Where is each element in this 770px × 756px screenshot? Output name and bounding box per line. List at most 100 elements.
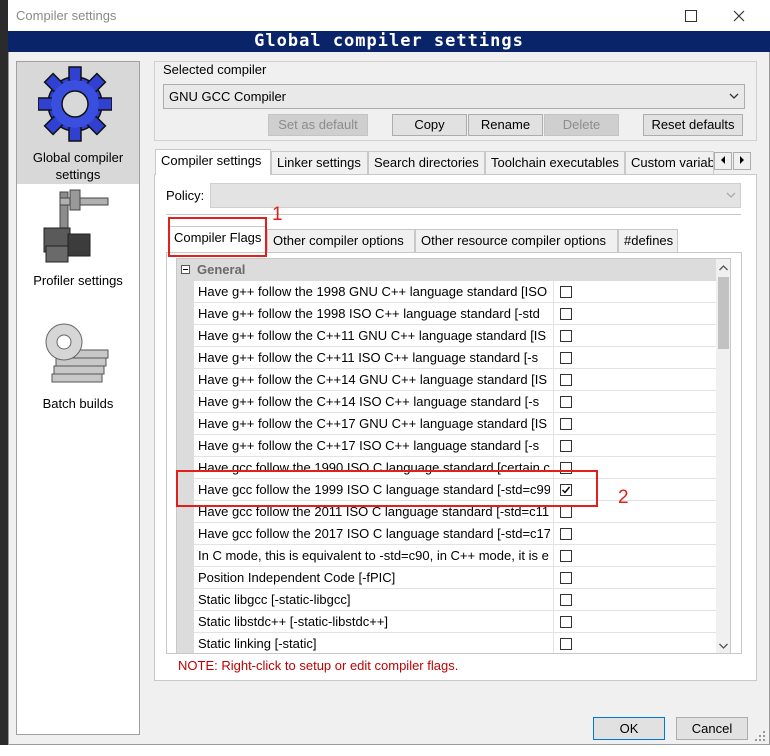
table-row[interactable]: Have g++ follow the C++17 GNU C++ langua… xyxy=(194,413,716,435)
divider xyxy=(166,214,741,215)
flag-checkbox[interactable] xyxy=(560,572,572,584)
tab-other-compiler-options[interactable]: Other compiler options xyxy=(267,229,415,252)
flag-label: Have g++ follow the C++17 GNU C++ langua… xyxy=(198,416,548,431)
delete-button[interactable]: Delete xyxy=(544,114,619,136)
collapse-icon[interactable] xyxy=(181,265,190,274)
policy-label: Policy: xyxy=(166,188,205,203)
close-button[interactable] xyxy=(716,0,762,31)
table-row[interactable]: Position Independent Code [-fPIC] xyxy=(194,567,716,589)
annotation-box-1 xyxy=(168,217,267,257)
column-separator xyxy=(553,413,554,435)
background-strip xyxy=(0,745,770,756)
column-separator xyxy=(553,523,554,545)
maximize-button[interactable] xyxy=(668,0,714,31)
flag-label: Static linking [-static] xyxy=(198,636,317,651)
column-separator xyxy=(553,435,554,457)
flag-checkbox[interactable] xyxy=(560,528,572,540)
table-row[interactable]: Have g++ follow the 1998 ISO C++ languag… xyxy=(194,303,716,325)
arrow-left-icon xyxy=(721,156,725,164)
copy-button[interactable]: Copy xyxy=(392,114,467,136)
arrow-right-icon xyxy=(740,156,744,164)
table-row[interactable]: Have g++ follow the C++11 GNU C++ langua… xyxy=(194,325,716,347)
flag-label: In C mode, this is equivalent to -std=c9… xyxy=(198,548,549,563)
table-row[interactable]: Have g++ follow the C++14 ISO C++ langua… xyxy=(194,391,716,413)
policy-select[interactable] xyxy=(210,183,741,208)
flag-label: Static libgcc [-static-libgcc] xyxy=(198,592,351,607)
set-default-button[interactable]: Set as default xyxy=(268,114,368,136)
flag-checkbox[interactable] xyxy=(560,308,572,320)
compiler-select[interactable]: GNU GCC Compiler xyxy=(163,84,745,109)
tab-search-directories[interactable]: Search directories xyxy=(368,151,485,174)
category-row[interactable]: General xyxy=(177,259,716,281)
grid-margin xyxy=(177,259,194,653)
ok-button[interactable]: OK xyxy=(593,717,665,740)
flag-label: Static libstdc++ [-static-libstdc++] xyxy=(198,614,389,629)
background-window-edge xyxy=(0,0,8,756)
column-separator xyxy=(553,281,554,303)
close-icon xyxy=(733,10,745,21)
flag-checkbox[interactable] xyxy=(560,616,572,628)
tab-custom-variables[interactable]: Custom variab xyxy=(625,151,714,174)
table-row[interactable]: Static libstdc++ [-static-libstdc++] xyxy=(194,611,716,633)
cancel-button[interactable]: Cancel xyxy=(676,717,748,740)
table-row[interactable]: Have g++ follow the C++14 GNU C++ langua… xyxy=(194,369,716,391)
selected-compiler-label: Selected compiler xyxy=(163,62,267,77)
table-row[interactable]: In C mode, this is equivalent to -std=c9… xyxy=(194,545,716,567)
flag-label: Have g++ follow the 1998 ISO C++ languag… xyxy=(198,306,540,321)
flag-label: Have g++ follow the C++17 ISO C++ langua… xyxy=(198,438,540,453)
flag-checkbox[interactable] xyxy=(560,396,572,408)
sidebar-item-profiler-label: Profiler settings xyxy=(33,273,123,288)
flag-label: Have g++ follow the C++14 ISO C++ langua… xyxy=(198,394,540,409)
annotation-label-1: 1 xyxy=(272,204,283,225)
flag-checkbox[interactable] xyxy=(560,330,572,342)
window-title: Compiler settings xyxy=(16,8,117,23)
table-row[interactable]: Have g++ follow the 1998 GNU C++ languag… xyxy=(194,281,716,303)
tab-compiler-settings[interactable]: Compiler settings xyxy=(155,149,271,175)
flag-checkbox[interactable] xyxy=(560,374,572,386)
tab-toolchain-executables[interactable]: Toolchain executables xyxy=(485,151,625,174)
table-row[interactable]: Have gcc follow the 2017 ISO C language … xyxy=(194,523,716,545)
flag-checkbox[interactable] xyxy=(560,418,572,430)
column-separator xyxy=(553,611,554,633)
flag-checkbox[interactable] xyxy=(560,352,572,364)
flag-checkbox[interactable] xyxy=(560,638,572,650)
tab-linker-settings[interactable]: Linker settings xyxy=(271,151,368,174)
scroll-down-icon[interactable] xyxy=(719,643,728,649)
tab-other-resource-compiler-options[interactable]: Other resource compiler options xyxy=(415,229,618,252)
category-label: General xyxy=(197,262,246,277)
reset-defaults-button[interactable]: Reset defaults xyxy=(643,114,743,136)
compiler-flags-grid: General Have g++ follow the 1998 GNU C++… xyxy=(176,258,731,654)
resize-grip-icon[interactable] xyxy=(754,730,766,742)
flag-label: Have g++ follow the C++14 GNU C++ langua… xyxy=(198,372,548,387)
tab-defines[interactable]: #defines xyxy=(618,229,678,252)
tab-scroll-right-button[interactable] xyxy=(733,152,751,170)
flag-checkbox[interactable] xyxy=(560,286,572,298)
caliper-icon xyxy=(43,189,109,263)
annotation-label-2: 2 xyxy=(618,487,629,508)
flag-checkbox[interactable] xyxy=(560,594,572,606)
table-row[interactable]: Static linking [-static] xyxy=(194,633,716,653)
tab-scroll-left-button[interactable] xyxy=(714,152,732,170)
table-row[interactable]: Static libgcc [-static-libgcc] xyxy=(194,589,716,611)
table-row[interactable]: Have g++ follow the C++17 ISO C++ langua… xyxy=(194,435,716,457)
batch-gears-icon xyxy=(45,323,109,383)
column-separator xyxy=(553,303,554,325)
flag-checkbox[interactable] xyxy=(560,506,572,518)
chevron-down-icon xyxy=(726,192,736,198)
flag-label: Have g++ follow the C++11 GNU C++ langua… xyxy=(198,328,547,343)
chevron-down-icon xyxy=(729,93,739,99)
sidebar-item-batch-label: Batch builds xyxy=(42,396,114,411)
column-separator xyxy=(553,545,554,567)
rename-button[interactable]: Rename xyxy=(468,114,543,136)
column-separator xyxy=(553,325,554,347)
flag-label: Have g++ follow the 1998 GNU C++ languag… xyxy=(198,284,548,299)
grid-scrollbar[interactable] xyxy=(716,259,730,653)
column-separator xyxy=(553,567,554,589)
flag-checkbox[interactable] xyxy=(560,550,572,562)
note-text: NOTE: Right-click to setup or edit compi… xyxy=(178,658,459,673)
title-bar xyxy=(8,0,770,31)
table-row[interactable]: Have g++ follow the C++11 ISO C++ langua… xyxy=(194,347,716,369)
scroll-up-icon[interactable] xyxy=(719,265,728,271)
scroll-thumb[interactable] xyxy=(718,277,729,349)
flag-checkbox[interactable] xyxy=(560,440,572,452)
